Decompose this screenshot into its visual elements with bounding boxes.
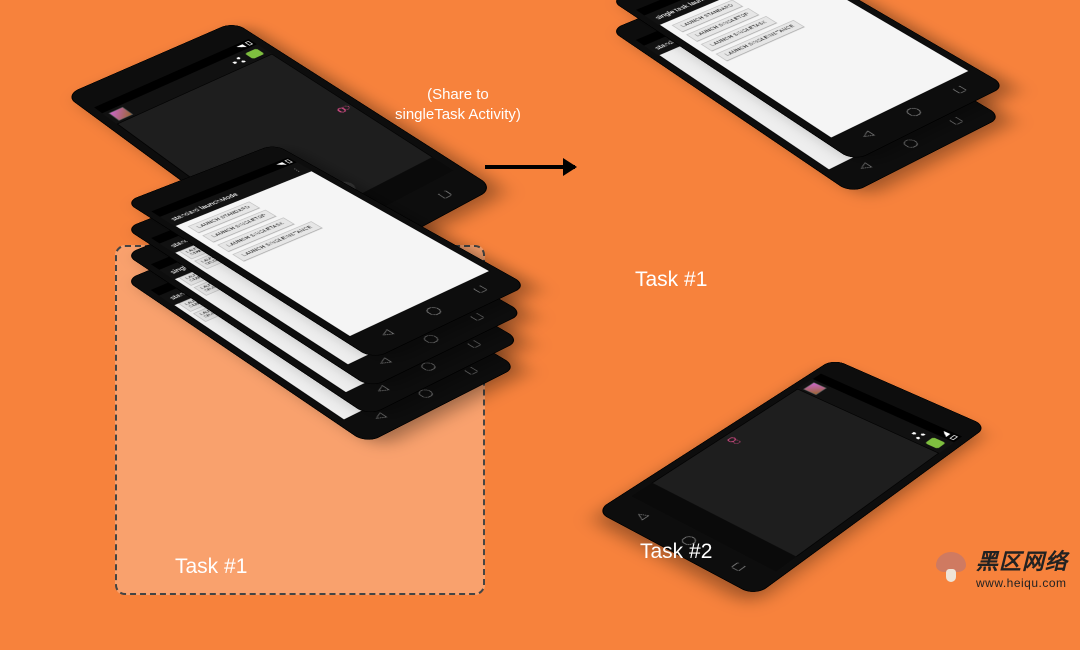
share-target-icon[interactable] (244, 48, 264, 59)
nav-recent-icon[interactable] (469, 283, 490, 294)
launch-buttons: LAUNCH STANDARD LAUNCH SINGLETOP LAUNCH … (188, 177, 368, 262)
nav-home-icon[interactable] (422, 305, 445, 317)
overflow-icon[interactable]: ⋮ (290, 166, 304, 173)
label-task1-left: Task #1 (175, 555, 247, 579)
nav-back-icon[interactable] (633, 510, 652, 521)
transition-arrow-icon (485, 165, 575, 169)
nav-recent-icon[interactable] (728, 560, 749, 573)
activity-title: standard launchMode (169, 192, 240, 222)
status-bar (813, 374, 963, 443)
launch-singletop-button[interactable]: LAUNCH SINGLETOP (686, 8, 760, 42)
launch-singletask-button[interactable]: LAUNCH SINGLETASK (217, 217, 295, 252)
status-bar (636, 0, 780, 15)
label-task2-right: Task #2 (640, 540, 712, 564)
share-icon[interactable] (908, 429, 927, 440)
watermark-url: www.heiqu.com (976, 576, 1068, 590)
gallery-toolbar (102, 44, 272, 124)
activity-header: singleTask launchMode ⋮ (644, 0, 794, 25)
activity-title: singleTask launchMode (653, 0, 728, 20)
decorative-rings: o○ (333, 104, 354, 116)
launch-singletop-button[interactable]: LAUNCH SINGLETOP (202, 210, 277, 243)
gallery-thumbnail (108, 107, 133, 121)
gallery-toolbar (797, 379, 954, 454)
launch-singleinstance-button[interactable]: LAUNCH SINGLEINSTANCE (232, 221, 322, 261)
nav-home-icon[interactable] (902, 105, 925, 118)
launch-buttons: LAUNCH STANDARD LAUNCH SINGLETOP LAUNCH … (672, 0, 849, 61)
share-target-icon[interactable] (925, 437, 946, 449)
mushroom-icon (934, 552, 968, 582)
status-bar (94, 39, 257, 113)
watermark: 黑区网络 www.heiqu.com (934, 544, 1068, 590)
launch-singletask-button[interactable]: LAUNCH SINGLETASK (701, 16, 777, 51)
launch-singleinstance-button[interactable]: LAUNCH SINGLEINSTANCE (716, 20, 805, 61)
share-caption-line2: singleTask Activity) (395, 106, 521, 123)
launch-standard-button[interactable]: LAUNCH STANDARD (188, 201, 261, 233)
nav-recent-icon[interactable] (949, 84, 970, 96)
nav-back-icon[interactable] (857, 129, 877, 140)
launch-standard-button[interactable]: LAUNCH STANDARD (672, 0, 744, 32)
share-caption-line1: (Share to (427, 86, 489, 103)
nav-recent-icon[interactable] (434, 188, 455, 200)
nav-back-icon[interactable] (376, 328, 396, 339)
share-caption: (Share to singleTask Activity) (395, 85, 521, 126)
decorative-rings: o○ (723, 434, 744, 446)
gallery-thumbnail (803, 382, 827, 395)
share-icon[interactable] (228, 56, 247, 66)
watermark-title: 黑区网络 (976, 544, 1068, 576)
